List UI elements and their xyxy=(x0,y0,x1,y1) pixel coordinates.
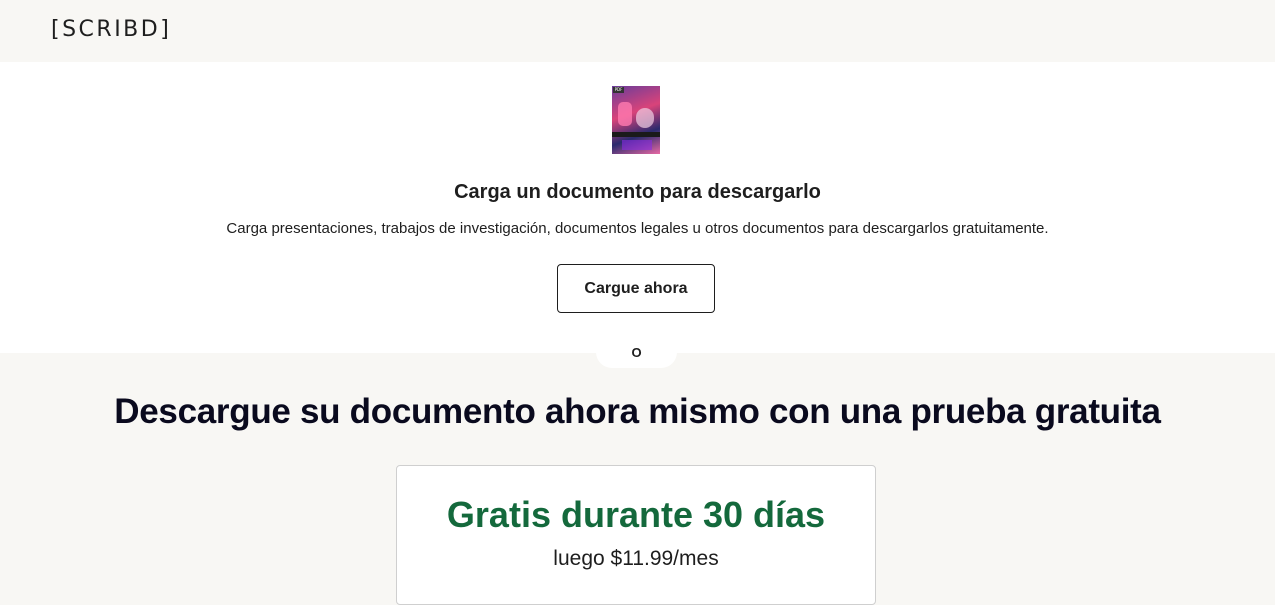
thumbnail-art xyxy=(618,102,632,126)
document-thumbnail: PDF xyxy=(612,86,660,154)
upload-description: Carga presentaciones, trabajos de invest… xyxy=(226,220,1049,237)
trial-headline: Descargue su documento ahora mismo con u… xyxy=(114,392,1161,431)
or-divider: O xyxy=(596,336,677,368)
thumbnail-art xyxy=(636,108,654,128)
trial-card-title: Gratis durante 30 días xyxy=(446,494,826,535)
upload-now-button[interactable]: Cargue ahora xyxy=(557,264,715,313)
site-header: [SCRIBD] xyxy=(0,0,1275,62)
upload-panel: PDF Carga un documento para descargarlo … xyxy=(0,62,1275,353)
trial-offer-card[interactable]: Gratis durante 30 días luego $11.99/mes xyxy=(396,465,876,605)
upload-title: Carga un documento para descargarlo xyxy=(454,181,821,203)
scribd-logo[interactable]: [SCRIBD] xyxy=(51,17,171,42)
trial-card-price: luego $11.99/mes xyxy=(553,547,719,570)
thumbnail-band xyxy=(612,132,660,137)
pdf-tag: PDF xyxy=(613,87,624,93)
thumbnail-art xyxy=(622,140,652,150)
